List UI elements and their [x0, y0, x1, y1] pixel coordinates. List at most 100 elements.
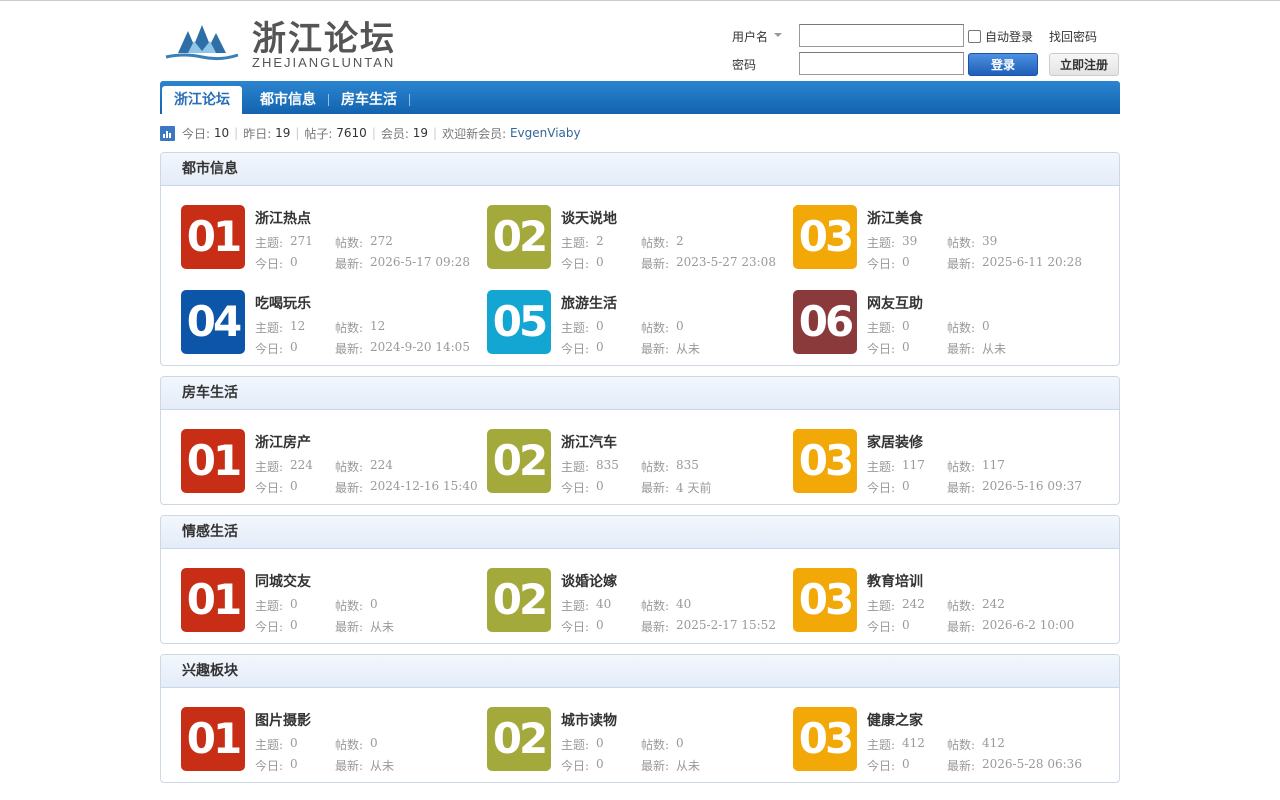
posts-count: 272 — [370, 234, 393, 248]
latest-post-time[interactable]: 2026-5-16 09:37 — [982, 479, 1082, 493]
forgot-password-link[interactable]: 找回密码 — [1049, 28, 1097, 45]
newest-member-link[interactable]: EvgenViaby — [510, 126, 581, 140]
chart-icon[interactable] — [160, 125, 175, 141]
latest-post-time[interactable]: 从未 — [676, 340, 700, 357]
topics-label: 主题: — [867, 460, 896, 474]
forum-title[interactable]: 浙江热点 — [255, 208, 311, 228]
username-label[interactable]: 用户名 — [732, 28, 768, 45]
topics-count: 0 — [290, 736, 298, 750]
forum-number-icon[interactable]: 01 — [181, 568, 245, 632]
latest-post-time[interactable]: 2025-6-11 20:28 — [982, 255, 1082, 269]
topics-count: 835 — [596, 458, 619, 472]
latest-post-time[interactable]: 2023-5-27 23:08 — [676, 255, 776, 269]
forum-number-icon[interactable]: 03 — [793, 429, 857, 493]
section-title[interactable]: 房车生活 — [161, 377, 1119, 410]
forum-item: 02 谈婚论嫁 主题: 40 帖数: 40 今日: 0 最新: 2025-2-1… — [487, 558, 793, 643]
posts-label: 帖数: — [335, 236, 364, 250]
topics-label: 主题: — [867, 599, 896, 613]
posts-count: 0 — [676, 736, 684, 750]
site-logo[interactable]: 浙江论坛 ZHEJIANGLUNTAN — [164, 9, 414, 75]
forum-title[interactable]: 旅游生活 — [561, 293, 617, 313]
auto-login-label[interactable]: 自动登录 — [985, 28, 1033, 45]
forum-number-icon[interactable]: 03 — [793, 568, 857, 632]
latest-post-time[interactable]: 从未 — [370, 618, 394, 635]
logo-chinese: 浙江论坛 — [252, 19, 396, 59]
forum-title[interactable]: 浙江房产 — [255, 432, 311, 452]
forum-title[interactable]: 谈婚论嫁 — [561, 571, 617, 591]
forum-number-icon[interactable]: 05 — [487, 290, 551, 354]
latest-label: 最新: — [947, 342, 976, 356]
latest-post-time[interactable]: 2024-12-16 15:40 — [370, 479, 478, 493]
section-title[interactable]: 都市信息 — [161, 153, 1119, 186]
latest-post-time[interactable]: 2024-9-20 14:05 — [370, 340, 470, 354]
forum-title[interactable]: 教育培训 — [867, 571, 923, 591]
latest-post-time[interactable]: 从未 — [982, 340, 1006, 357]
forum-title[interactable]: 浙江美食 — [867, 208, 923, 228]
topics-count: 0 — [596, 736, 604, 750]
posts-label: 帖数: — [335, 599, 364, 613]
section-title[interactable]: 情感生活 — [161, 516, 1119, 549]
register-button[interactable]: 立即注册 — [1049, 53, 1119, 76]
posts-label: 帖数: — [641, 738, 670, 752]
forum-number-icon[interactable]: 03 — [793, 707, 857, 771]
today-count: 0 — [290, 757, 298, 771]
password-input[interactable] — [799, 52, 964, 75]
latest-post-time[interactable]: 从未 — [676, 757, 700, 774]
username-input[interactable] — [799, 24, 964, 47]
forum-title[interactable]: 同城交友 — [255, 571, 311, 591]
forum-number-icon[interactable]: 02 — [487, 568, 551, 632]
forum-number-icon[interactable]: 02 — [487, 205, 551, 269]
forum-title[interactable]: 健康之家 — [867, 710, 923, 730]
forum-title[interactable]: 图片摄影 — [255, 710, 311, 730]
page: 浙江论坛 ZHEJIANGLUNTAN 用户名 密码 自动登录 找回密码 登录 … — [160, 1, 1120, 783]
section-title[interactable]: 兴趣板块 — [161, 655, 1119, 688]
today-count: 0 — [290, 255, 298, 269]
latest-post-time[interactable]: 4 天前 — [676, 479, 711, 496]
posts-count: 2 — [676, 234, 684, 248]
auto-login-checkbox[interactable] — [968, 30, 981, 43]
latest-post-time[interactable]: 2025-2-17 15:52 — [676, 618, 776, 632]
chevron-down-icon[interactable] — [774, 33, 782, 37]
forum-title[interactable]: 浙江汽车 — [561, 432, 617, 452]
nav-item-city-info[interactable]: 都市信息 — [248, 86, 328, 114]
posts-label: 帖数: — [641, 321, 670, 335]
login-button[interactable]: 登录 — [968, 53, 1038, 76]
forum-number-icon[interactable]: 04 — [181, 290, 245, 354]
auto-login[interactable]: 自动登录 — [968, 28, 1033, 45]
forum-number-icon[interactable]: 01 — [181, 707, 245, 771]
today-label: 今日: — [867, 481, 896, 495]
nav-item-home[interactable]: 浙江论坛 — [162, 86, 242, 114]
forum-item: 01 浙江房产 主题: 224 帖数: 224 今日: 0 最新: 2024-1… — [181, 419, 487, 504]
forum-title[interactable]: 吃喝玩乐 — [255, 293, 311, 313]
main-nav: 浙江论坛 都市信息 房车生活 — [160, 81, 1120, 114]
forum-section: 房车生活 01 浙江房产 主题: 224 帖数: 224 今日: 0 最新: 2… — [160, 376, 1120, 505]
forum-number-icon[interactable]: 01 — [181, 205, 245, 269]
nav-item-house-car[interactable]: 房车生活 — [329, 86, 409, 114]
latest-post-time[interactable]: 2026-5-28 06:36 — [982, 757, 1082, 771]
latest-post-time[interactable]: 2026-6-2 10:00 — [982, 618, 1074, 632]
today-label: 今日: — [867, 759, 896, 773]
forum-section: 兴趣板块 01 图片摄影 主题: 0 帖数: 0 今日: 0 最新: 从未 02… — [160, 654, 1120, 783]
forum-stats: 今日: 10 | 昨日: 19 | 帖子: 7610 | 会员: 19 | 欢迎… — [160, 114, 1120, 152]
forum-title[interactable]: 谈天说地 — [561, 208, 617, 228]
posts-label: 帖数: — [947, 321, 976, 335]
section-body: 01 图片摄影 主题: 0 帖数: 0 今日: 0 最新: 从未 02 城市读物… — [161, 688, 1119, 782]
forum-item: 03 教育培训 主题: 242 帖数: 242 今日: 0 最新: 2026-6… — [793, 558, 1099, 643]
forum-title[interactable]: 网友互助 — [867, 293, 923, 313]
latest-post-time[interactable]: 从未 — [370, 757, 394, 774]
forum-number-icon[interactable]: 02 — [487, 429, 551, 493]
forum-title[interactable]: 家居装修 — [867, 432, 923, 452]
topics-label: 主题: — [561, 738, 590, 752]
stat-posts: 7610 — [336, 126, 367, 140]
topics-label: 主题: — [867, 236, 896, 250]
forum-item: 01 同城交友 主题: 0 帖数: 0 今日: 0 最新: 从未 — [181, 558, 487, 643]
forum-title[interactable]: 城市读物 — [561, 710, 617, 730]
forum-number-icon[interactable]: 02 — [487, 707, 551, 771]
forum-number-icon[interactable]: 03 — [793, 205, 857, 269]
topics-label: 主题: — [255, 738, 284, 752]
forum-number-icon[interactable]: 01 — [181, 429, 245, 493]
latest-post-time[interactable]: 2026-5-17 09:28 — [370, 255, 470, 269]
forum-sections: 都市信息 01 浙江热点 主题: 271 帖数: 272 今日: 0 最新: 2… — [160, 152, 1120, 783]
forum-number-icon[interactable]: 06 — [793, 290, 857, 354]
today-label: 今日: — [255, 257, 284, 271]
